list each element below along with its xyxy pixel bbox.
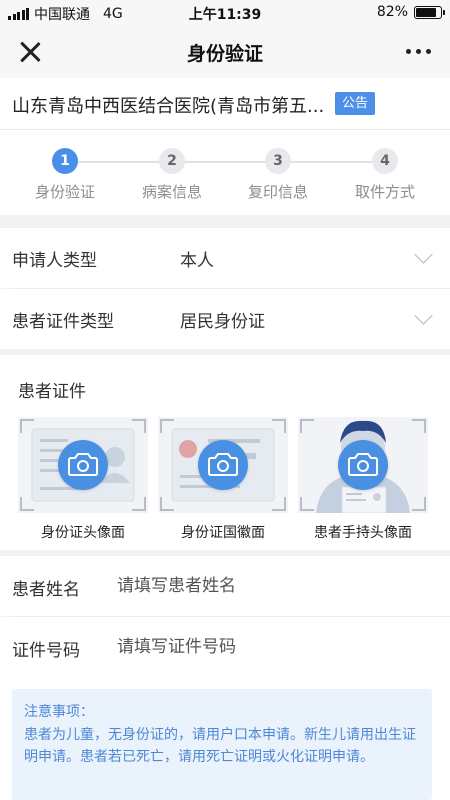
- step-number: 2: [159, 148, 185, 174]
- navigation-bar: 身份验证: [0, 26, 450, 78]
- upload-label: 身份证头像面: [41, 525, 125, 541]
- patient-name-input[interactable]: [117, 570, 427, 602]
- page-title: 身份验证: [186, 43, 263, 65]
- upload-label: 患者手持头像面: [314, 525, 412, 541]
- step-number: 4: [372, 148, 398, 174]
- upload-id-front[interactable]: 身份证头像面: [18, 417, 148, 542]
- id-type-label: 患者证件类型: [12, 312, 114, 332]
- notes-text: 患者为儿童，无身份证的，请用户口本申请。新生儿请用出生证明申请。患者若已死亡，请…: [24, 727, 416, 765]
- id-front-placeholder-image: [18, 417, 148, 513]
- id-number-label: 证件号码: [12, 641, 80, 661]
- camera-icon[interactable]: [58, 440, 108, 490]
- battery-fill: [416, 7, 436, 17]
- notes-section: 注意事项： 患者为儿童，无身份证的，请用户口本申请。新生儿请用出生证明申请。患者…: [0, 672, 450, 800]
- step-label: 身份验证: [34, 183, 95, 201]
- camera-icon[interactable]: [338, 440, 388, 490]
- id-number-input[interactable]: [117, 631, 427, 663]
- id-back-placeholder-image: [158, 417, 288, 513]
- document-upload-section: 患者证件 身份证头像面 身份证国徽面 患者手持头像面: [0, 355, 450, 550]
- step-number: 1: [52, 148, 78, 174]
- step-copy-info: 3 复印信息: [233, 148, 323, 202]
- step-label: 病案信息: [141, 183, 202, 201]
- upload-label: 身份证国徽面: [181, 525, 265, 541]
- chevron-down-icon: [414, 245, 433, 264]
- status-right: 82%: [376, 4, 445, 20]
- id-type-select[interactable]: 患者证件类型 居民身份证: [0, 289, 450, 349]
- hospital-name: 山东青岛中西医结合医院(青岛市第五...: [12, 96, 325, 117]
- applicant-type-label: 申请人类型: [12, 251, 97, 271]
- step-number: 3: [265, 148, 291, 174]
- status-bar: 中国联通 4G 上午11:39 82%: [0, 0, 450, 26]
- patient-name-row: 患者姓名: [0, 556, 450, 616]
- upload-section-title: 患者证件: [18, 382, 86, 402]
- steps-connector-line: [65, 161, 385, 163]
- step-record-info: 2 病案信息: [127, 148, 217, 202]
- step-identity: 1 身份验证: [20, 148, 110, 202]
- upload-holding-id[interactable]: 患者手持头像面: [298, 417, 428, 542]
- step-label: 复印信息: [247, 183, 308, 201]
- battery-percent: 82%: [376, 4, 408, 20]
- hospital-row: 山东青岛中西医结合医院(青岛市第五... 公告: [0, 78, 450, 130]
- holding-id-placeholder-image: [298, 417, 428, 513]
- battery-icon: [414, 5, 445, 19]
- notes-title: 注意事项：: [24, 704, 94, 720]
- more-options-icon[interactable]: [400, 40, 436, 62]
- step-pickup-method: 4 取件方式: [340, 148, 430, 202]
- id-number-row: 证件号码: [0, 617, 450, 677]
- upload-id-back[interactable]: 身份证国徽面: [158, 417, 288, 542]
- id-type-value: 居民身份证: [180, 312, 265, 332]
- notes-box: 注意事项： 患者为儿童，无身份证的，请用户口本申请。新生儿请用出生证明申请。患者…: [12, 689, 432, 800]
- applicant-type-value: 本人: [180, 251, 214, 271]
- notice-button[interactable]: 公告: [335, 92, 376, 115]
- step-label: 取件方式: [354, 183, 415, 201]
- progress-steps: 1 身份验证 2 病案信息 3 复印信息 4 取件方式: [0, 130, 450, 215]
- camera-icon[interactable]: [198, 440, 248, 490]
- patient-name-label: 患者姓名: [12, 580, 80, 600]
- applicant-type-select[interactable]: 申请人类型 本人: [0, 228, 450, 288]
- chevron-down-icon: [414, 306, 433, 325]
